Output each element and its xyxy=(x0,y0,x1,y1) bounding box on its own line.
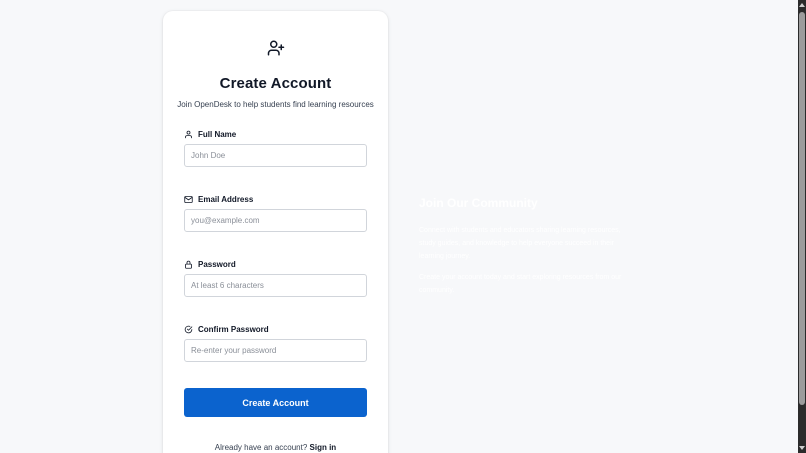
user-icon xyxy=(185,130,192,138)
signin-link[interactable]: Sign in xyxy=(310,443,337,452)
email-field: Email Address xyxy=(184,193,367,232)
signin-prompt: Already have an account? xyxy=(214,443,310,452)
community-panel: Join Our Community Connect with students… xyxy=(419,196,629,305)
full-name-label-row: Full Name xyxy=(184,128,367,140)
full-name-field: Full Name xyxy=(184,128,367,167)
community-title: Join Our Community xyxy=(419,196,538,210)
user-plus-icon xyxy=(267,40,285,56)
scrollbar-thumb[interactable] xyxy=(799,12,805,405)
full-name-input[interactable] xyxy=(184,144,367,167)
scroll-up-icon[interactable] xyxy=(799,3,805,7)
full-name-label: Full Name xyxy=(198,129,237,139)
password-label: Password xyxy=(198,259,236,269)
check-circle-icon xyxy=(184,325,193,333)
confirm-password-field: Confirm Password xyxy=(184,323,367,362)
email-label-row: Email Address xyxy=(184,193,367,205)
confirm-password-label-row: Confirm Password xyxy=(184,323,367,335)
scroll-down-icon[interactable] xyxy=(799,446,805,450)
page: Create Account Join OpenDesk to help stu… xyxy=(0,0,806,453)
page-subtitle: Join OpenDesk to help students find lear… xyxy=(177,100,374,109)
page-title: Create Account xyxy=(219,75,332,92)
confirm-password-input[interactable] xyxy=(184,339,367,362)
password-input[interactable] xyxy=(184,274,367,297)
confirm-password-label: Confirm Password xyxy=(198,324,269,334)
community-paragraph-2: Create your account today and start expl… xyxy=(419,274,622,294)
page-scrollbar[interactable] xyxy=(798,0,806,453)
email-input[interactable] xyxy=(184,209,367,232)
signin-row: Already have an account? Sign in xyxy=(163,443,388,452)
email-label: Email Address xyxy=(198,194,254,204)
signup-card: Create Account Join OpenDesk to help stu… xyxy=(163,11,388,453)
mail-icon xyxy=(184,195,193,203)
password-field: Password xyxy=(184,258,367,297)
password-label-row: Password xyxy=(184,258,367,270)
create-account-button[interactable]: Create Account xyxy=(184,388,367,417)
community-paragraph-1: Connect with students and educators shar… xyxy=(419,227,621,260)
lock-icon xyxy=(185,260,192,269)
